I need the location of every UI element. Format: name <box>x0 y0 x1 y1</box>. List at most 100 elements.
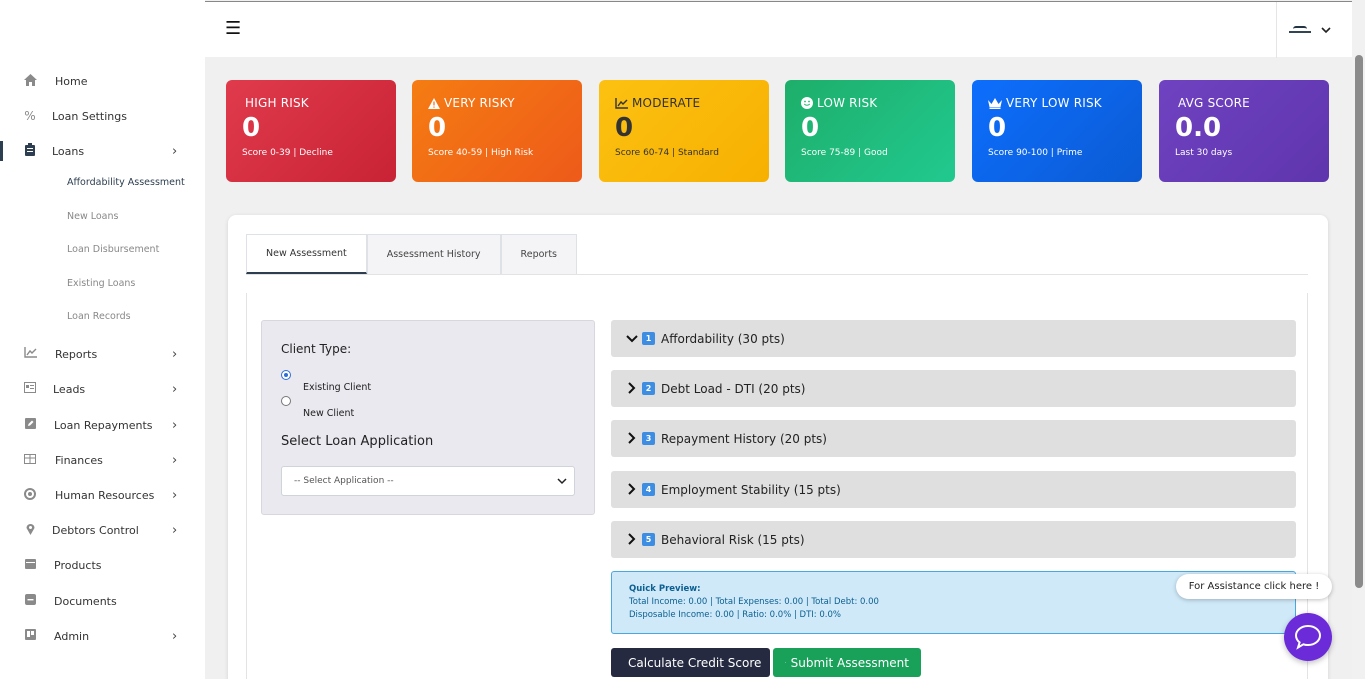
sidebar-item-debtors-control[interactable]: Debtors Control › <box>0 515 205 545</box>
accordion-title: Debt Load - DTI (20 pts) <box>661 381 806 396</box>
radio-label-existing-client: Existing Client <box>303 382 372 393</box>
calendar-icon <box>22 558 38 572</box>
sidebar-subitem-loan-records[interactable]: Loan Records <box>67 311 131 322</box>
card-subtitle: Score 0-39 | Decline <box>242 148 333 158</box>
tab-new-assessment[interactable]: New Assessment <box>246 234 367 274</box>
card-very-risky: VERY RISKY 0 Score 40-59 | High Risk <box>412 80 582 182</box>
sidebar-item-label: Loan Settings <box>52 109 127 123</box>
address-card-icon <box>22 382 38 396</box>
card-very-low-risk: VERY LOW RISK 0 Score 90-100 | Prime <box>972 80 1142 182</box>
accordion-debt-load[interactable]: 2 Debt Load - DTI (20 pts) <box>611 370 1296 407</box>
card-subtitle: Score 75-89 | Good <box>801 148 888 158</box>
client-type-label: Client Type: <box>281 342 352 356</box>
sidebar-subitem-new-loans[interactable]: New Loans <box>67 211 118 222</box>
user-menu[interactable] <box>1276 2 1342 58</box>
card-value: 0 <box>988 113 1007 143</box>
smile-icon <box>801 97 813 109</box>
tab-content: Client Type: Existing Client New Client … <box>246 293 1308 679</box>
minus-square-icon <box>22 594 38 608</box>
accordion-title: Behavioral Risk (15 pts) <box>661 532 805 547</box>
sidebar-item-documents[interactable]: Documents <box>0 586 205 616</box>
number-badge: 2 <box>642 382 655 395</box>
card-low-risk: LOW RISK 0 Score 75-89 | Good <box>785 80 955 182</box>
sidebar-item-leads[interactable]: Leads › <box>0 374 205 404</box>
sidebar-item-home[interactable]: Home <box>0 66 205 96</box>
sidebar-item-label: Debtors Control <box>52 523 139 537</box>
radio-label-new-client: New Client <box>303 408 355 419</box>
card-title: LOW RISK <box>817 96 878 110</box>
tab-reports[interactable]: Reports <box>500 234 577 274</box>
chevron-right-icon <box>628 432 636 444</box>
edit-icon <box>22 418 38 432</box>
accordion-behavioral-risk[interactable]: 5 Behavioral Risk (15 pts) <box>611 521 1296 558</box>
card-title: VERY LOW RISK <box>1006 96 1102 110</box>
card-value: 0 <box>801 113 820 143</box>
calculate-credit-score-button[interactable]: Calculate Credit Score <box>611 648 770 677</box>
sidebar-item-loans[interactable]: Loans › <box>0 136 205 166</box>
loan-application-select[interactable]: -- Select Application -- <box>281 466 575 496</box>
card-value: 0 <box>242 113 261 143</box>
accordion-employment-stability[interactable]: 4 Employment Stability (15 pts) <box>611 471 1296 508</box>
home-icon <box>22 73 38 89</box>
chevron-right-icon: › <box>172 346 178 362</box>
card-title: VERY RISKY <box>444 96 515 110</box>
preview-line-ratios: Disposable Income: 0.00 | Ratio: 0.0% | … <box>629 610 841 620</box>
sidebar-item-admin[interactable]: Admin › <box>0 621 205 651</box>
chat-icon <box>1294 624 1322 650</box>
sidebar-item-finances[interactable]: Finances › <box>0 445 205 475</box>
sidebar-item-loan-settings[interactable]: % Loan Settings <box>0 101 205 131</box>
scrollbar-thumb[interactable] <box>1355 55 1363 588</box>
trello-icon <box>22 629 38 643</box>
number-badge: 4 <box>642 483 655 496</box>
chevron-right-icon: › <box>172 143 178 159</box>
submit-assessment-button[interactable]: Submit Assessment <box>773 648 921 677</box>
accordion-repayment-history[interactable]: 3 Repayment History (20 pts) <box>611 420 1296 457</box>
topbar: ☰ <box>205 1 1352 58</box>
chevron-right-icon: › <box>172 452 178 468</box>
sidebar-subitem-affordability[interactable]: Affordability Assessment <box>67 177 185 188</box>
radio-existing-client[interactable] <box>281 370 291 380</box>
sidebar-item-human-resources[interactable]: Human Resources › <box>0 480 205 510</box>
sidebar: Home % Loan Settings Loans › Affordabili… <box>0 0 205 679</box>
chat-button[interactable] <box>1284 613 1332 661</box>
sidebar-item-reports[interactable]: Reports › <box>0 339 205 369</box>
tab-divider <box>246 274 1308 275</box>
card-high-risk: HIGH RISK 0 Score 0-39 | Decline <box>226 80 396 182</box>
select-loan-application-label: Select Loan Application <box>281 434 434 449</box>
button-label: Calculate Credit Score <box>628 655 762 670</box>
sidebar-item-label: Leads <box>53 382 86 396</box>
accordion-affordability[interactable]: 1 Affordability (30 pts) <box>611 320 1296 357</box>
chevron-right-icon: › <box>172 522 178 538</box>
company-logo <box>1288 26 1311 34</box>
card-subtitle: Score 60-74 | Standard <box>615 148 719 158</box>
sidebar-item-products[interactable]: Products <box>0 550 205 580</box>
map-pin-icon <box>22 523 38 538</box>
sidebar-subitem-loan-disbursement[interactable]: Loan Disbursement <box>67 244 159 255</box>
card-subtitle: Last 30 days <box>1175 148 1233 158</box>
hamburger-icon[interactable]: ☰ <box>225 18 241 39</box>
chevron-right-icon: › <box>172 628 178 644</box>
client-type-box: Client Type: Existing Client New Client … <box>261 320 595 515</box>
assistance-bubble[interactable]: For Assistance click here ! <box>1176 574 1332 599</box>
sidebar-item-loan-repayments[interactable]: Loan Repayments › <box>0 410 205 440</box>
chevron-right-icon <box>628 382 636 394</box>
sidebar-subitem-existing-loans[interactable]: Existing Loans <box>67 278 135 289</box>
card-title: AVG SCORE <box>1178 96 1250 110</box>
sidebar-item-label: Loans <box>52 144 85 158</box>
chevron-right-icon: › <box>172 417 178 433</box>
tab-assessment-history[interactable]: Assessment History <box>366 234 501 274</box>
card-title: MODERATE <box>632 96 701 110</box>
card-avg-score: AVG SCORE 0.0 Last 30 days <box>1159 80 1329 182</box>
chevron-down-icon <box>1320 26 1331 33</box>
card-value: 0.0 <box>1175 113 1222 143</box>
sidebar-item-label: Human Resources <box>55 488 155 502</box>
chevron-right-icon: › <box>172 487 178 503</box>
radio-new-client[interactable] <box>281 396 291 406</box>
clipboard-icon <box>22 143 38 159</box>
number-badge: 3 <box>642 432 655 445</box>
chevron-right-icon: › <box>172 381 178 397</box>
page-scrollbar[interactable] <box>1352 0 1365 679</box>
tab-bar: New Assessment Assessment History Report… <box>246 234 577 274</box>
sidebar-item-label: Loan Repayments <box>54 418 153 432</box>
number-badge: 1 <box>642 332 655 345</box>
